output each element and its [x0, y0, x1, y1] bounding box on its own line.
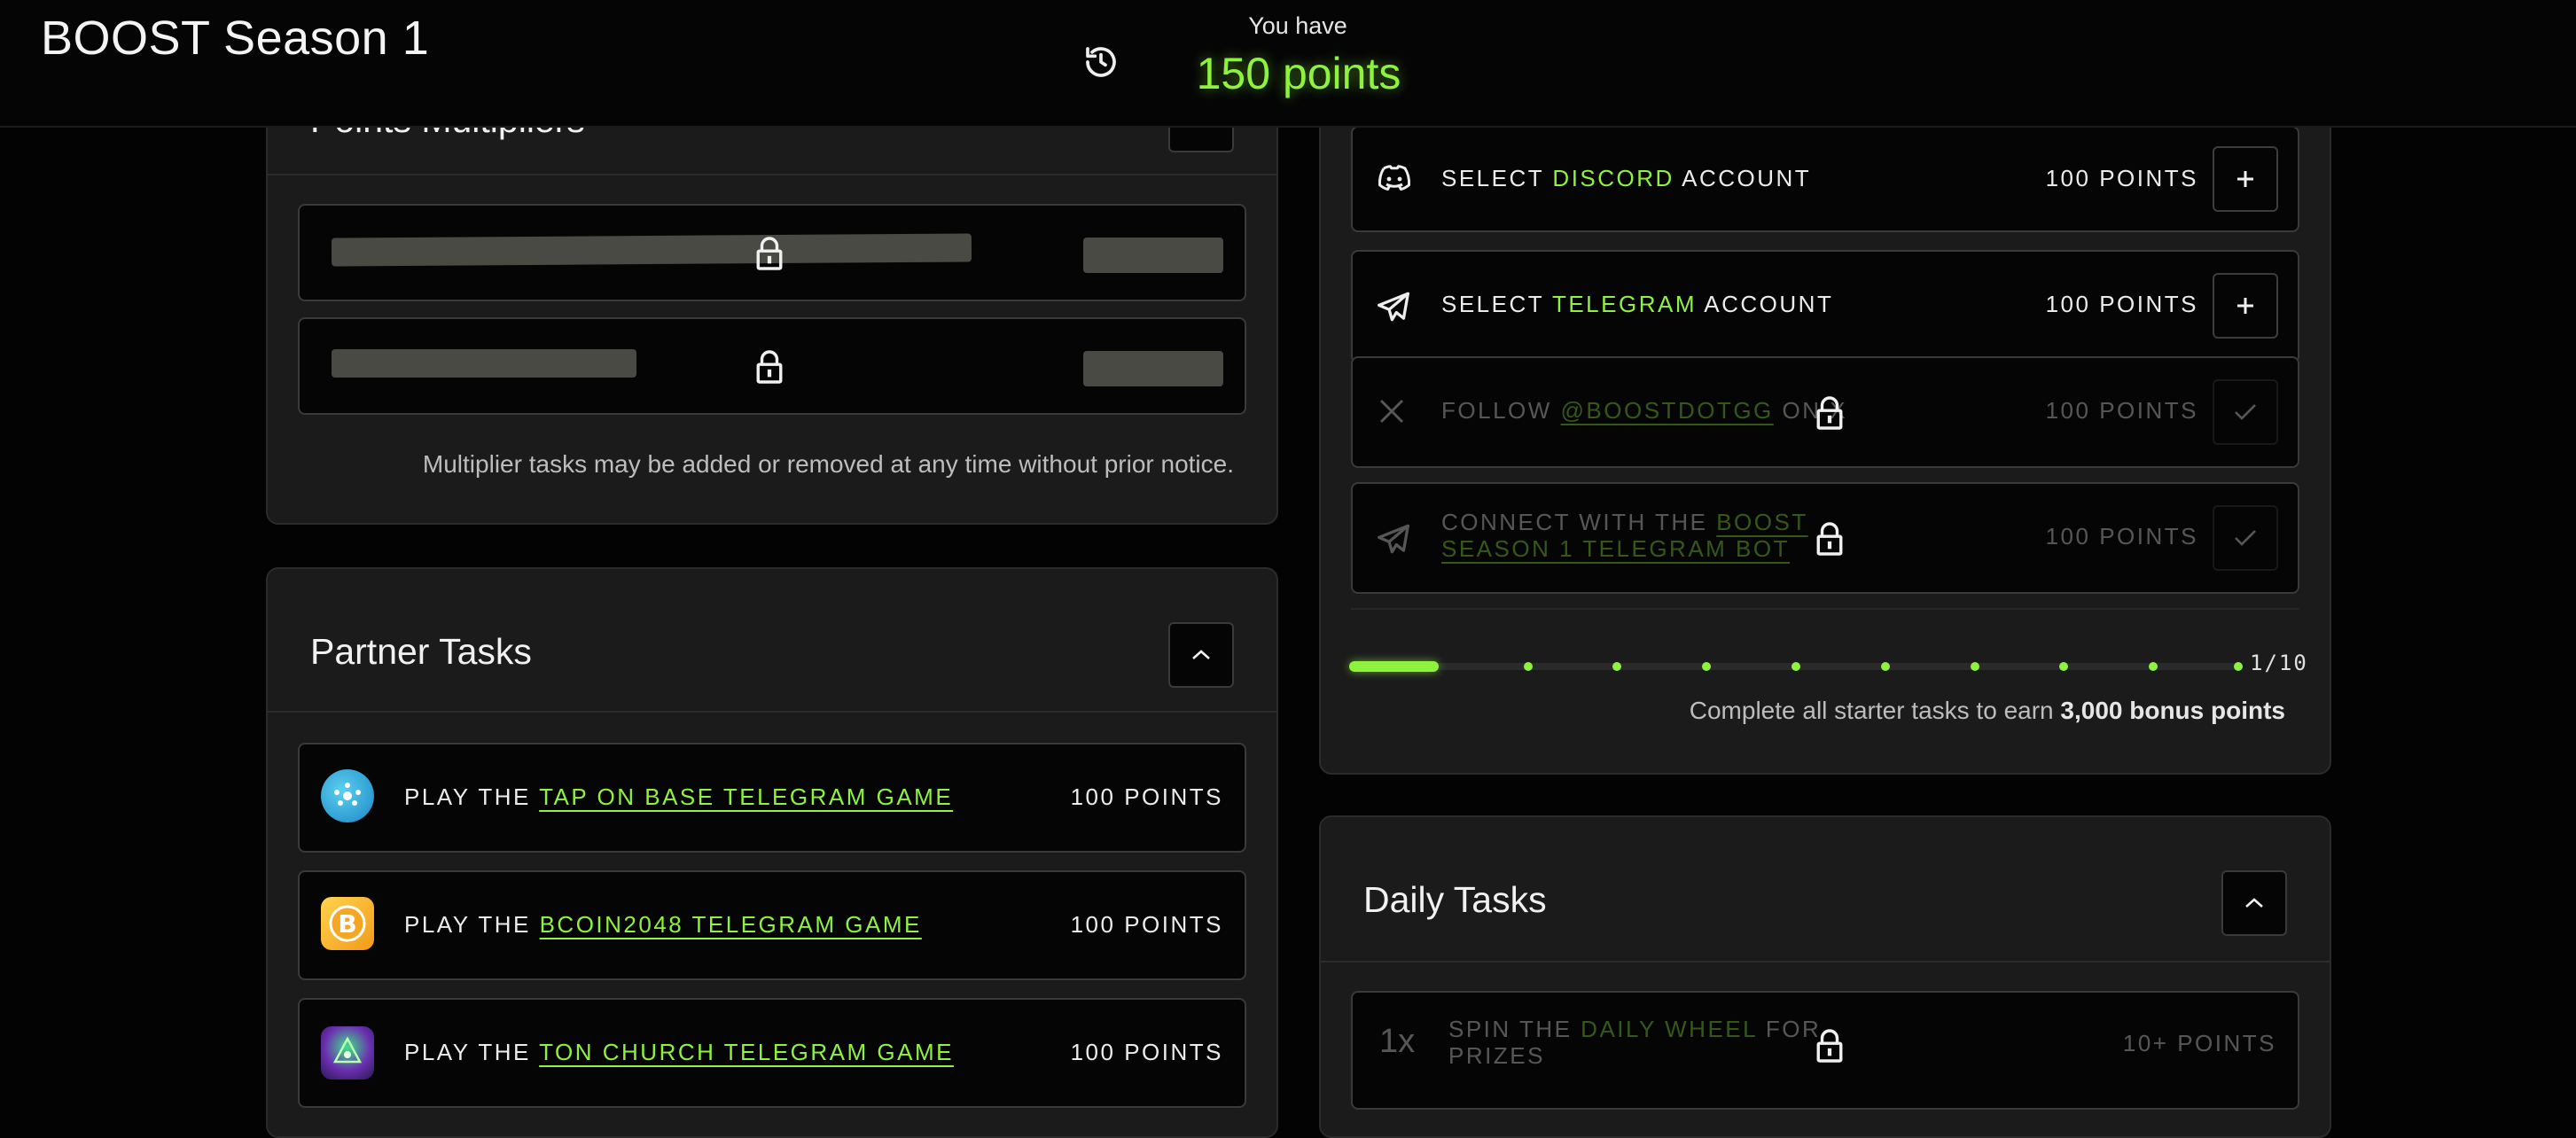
- complete-check-button: [2213, 379, 2278, 445]
- task-points: 100 POINTS: [1070, 1039, 1223, 1065]
- progress-step-dot: [1523, 662, 1533, 671]
- you-have-label: You have: [1248, 12, 1347, 39]
- progress-step-dot: [1880, 662, 1890, 671]
- daily-task-row: 1x SPIN THE DAILY WHEEL FOR PRIZES 10+ P…: [1351, 991, 2299, 1110]
- starter-task-row: FOLLOW @BOOSTDOTGG ON X 100 POINTS: [1351, 356, 2299, 468]
- progress-fill: [1349, 661, 1439, 672]
- task-points: 100 POINTS: [2045, 165, 2198, 191]
- check-icon: [2235, 530, 2256, 546]
- task-link[interactable]: BCOIN2048 TELEGRAM GAME: [540, 911, 922, 938]
- panel-header: Daily Tasks: [1321, 817, 2330, 963]
- chevron-up-icon: [2245, 898, 2263, 908]
- check-icon: [2235, 404, 2256, 420]
- svg-text:B: B: [338, 909, 356, 939]
- lock-icon: [1814, 521, 1846, 557]
- starter-task-row: CONNECT WITH THE BOOST SEASON 1 TELEGRAM…: [1351, 482, 2299, 594]
- task-points: 100 POINTS: [2045, 523, 2198, 550]
- top-bar: BOOST Season 1 You have 150 points: [0, 0, 2576, 128]
- multiplier-note: Multiplier tasks may be added or removed…: [422, 450, 1234, 478]
- page-title: BOOST Season 1: [41, 12, 430, 65]
- task-label: FOLLOW @BOOSTDOTGG ON X: [1441, 397, 1848, 424]
- redacted-points: [1083, 351, 1223, 386]
- task-label: PLAY THE TON CHURCH TELEGRAM GAME: [404, 1039, 954, 1065]
- redacted-points: [1083, 238, 1223, 273]
- partner-tasks-panel: Partner Tasks PLAY THE TAP ON BASE TELEG…: [266, 567, 1278, 1138]
- plus-icon: [2237, 171, 2253, 187]
- starter-task-row: SELECT DISCORD ACCOUNT 100 POINTS: [1351, 126, 2299, 232]
- lock-icon: [1814, 395, 1846, 431]
- add-telegram-button[interactable]: [2213, 273, 2278, 339]
- collapse-button[interactable]: [1168, 622, 1234, 688]
- task-label: SELECT TELEGRAM ACCOUNT: [1441, 291, 1834, 317]
- progress-label: 1/10: [2250, 651, 2308, 675]
- task-link[interactable]: BOOST: [1716, 509, 1808, 535]
- locked-multiplier-row: [298, 204, 1246, 301]
- lock-icon: [753, 349, 785, 385]
- partner-task-row: PLAY THE TON CHURCH TELEGRAM GAME 100 PO…: [298, 998, 1246, 1108]
- task-points: 10+ POINTS: [2122, 1030, 2276, 1056]
- lock-icon: [753, 236, 785, 271]
- bonus-value: 3,000 bonus points: [2060, 697, 2285, 724]
- progress-step-dot: [2149, 662, 2158, 671]
- task-label: CONNECT WITH THE BOOST SEASON 1 TELEGRAM…: [1441, 509, 1808, 562]
- task-points: 100 POINTS: [2045, 291, 2198, 317]
- panel-title: Partner Tasks: [310, 631, 532, 672]
- task-link[interactable]: TAP ON BASE TELEGRAM GAME: [539, 783, 953, 810]
- telegram-highlight: TELEGRAM: [1551, 291, 1697, 317]
- task-label: SPIN THE DAILY WHEEL FOR PRIZES: [1448, 1016, 1822, 1069]
- collapse-button[interactable]: [2221, 870, 2287, 936]
- task-link-continued[interactable]: SEASON 1 TELEGRAM BOT: [1441, 535, 1790, 562]
- progress-step-dot: [1970, 662, 1979, 671]
- progress-step-dot: [1791, 662, 1800, 671]
- task-label: SELECT DISCORD ACCOUNT: [1441, 165, 1812, 191]
- redacted-text: [331, 233, 972, 267]
- complete-check-button: [2213, 505, 2278, 571]
- x-logo-icon: [1376, 395, 1408, 427]
- add-discord-button[interactable]: [2213, 146, 2278, 212]
- progress-step-dot: [2234, 662, 2243, 671]
- daily-tasks-panel: Daily Tasks 1x SPIN THE DAILY WHEEL FOR …: [1319, 815, 2331, 1138]
- discord-icon: [1374, 161, 1415, 197]
- lock-icon: [1814, 1028, 1846, 1064]
- discord-highlight: DISCORD: [1552, 165, 1674, 191]
- locked-multiplier-row: [298, 317, 1246, 415]
- task-label: PLAY THE BCOIN2048 TELEGRAM GAME: [404, 911, 922, 938]
- telegram-icon: [1374, 521, 1413, 557]
- history-button[interactable]: [1078, 39, 1124, 85]
- starter-task-row: SELECT TELEGRAM ACCOUNT 100 POINTS: [1351, 250, 2299, 363]
- task-label: PLAY THE TAP ON BASE TELEGRAM GAME: [404, 783, 954, 810]
- list-fade-divider: [1351, 608, 2299, 610]
- telegram-icon: [1374, 289, 1413, 324]
- bcoin-icon: B: [321, 897, 374, 950]
- progress-step-dot: [1612, 662, 1622, 671]
- partner-task-row: B PLAY THE BCOIN2048 TELEGRAM GAME 100 P…: [298, 870, 1246, 980]
- bonus-text: Complete all starter tasks to earn 3,000…: [1689, 697, 2285, 724]
- multiplier-badge: 1x: [1379, 1023, 1416, 1060]
- history-icon: [1086, 47, 1116, 77]
- task-link[interactable]: @BOOSTDOTGG: [1561, 397, 1774, 424]
- tap-on-base-icon: [321, 769, 374, 822]
- daily-wheel-highlight: DAILY WHEEL: [1581, 1016, 1758, 1042]
- panel-title: Daily Tasks: [1363, 879, 1547, 920]
- panel-header: Partner Tasks: [268, 569, 1276, 713]
- points-total: 150 points: [1196, 49, 1401, 98]
- chevron-up-icon: [1192, 650, 1210, 659]
- starter-progress-bar: [1349, 661, 2243, 672]
- redacted-text: [332, 349, 636, 378]
- plus-icon: [2237, 298, 2253, 314]
- task-points: 100 POINTS: [1070, 783, 1223, 810]
- progress-step-dot: [1702, 662, 1712, 671]
- ton-church-icon: [321, 1026, 374, 1080]
- partner-task-row: PLAY THE TAP ON BASE TELEGRAM GAME 100 P…: [298, 743, 1246, 853]
- task-points: 100 POINTS: [2045, 397, 2198, 424]
- task-link[interactable]: TON CHURCH TELEGRAM GAME: [539, 1039, 954, 1065]
- progress-step-dot: [2059, 662, 2069, 671]
- task-points: 100 POINTS: [1070, 911, 1223, 938]
